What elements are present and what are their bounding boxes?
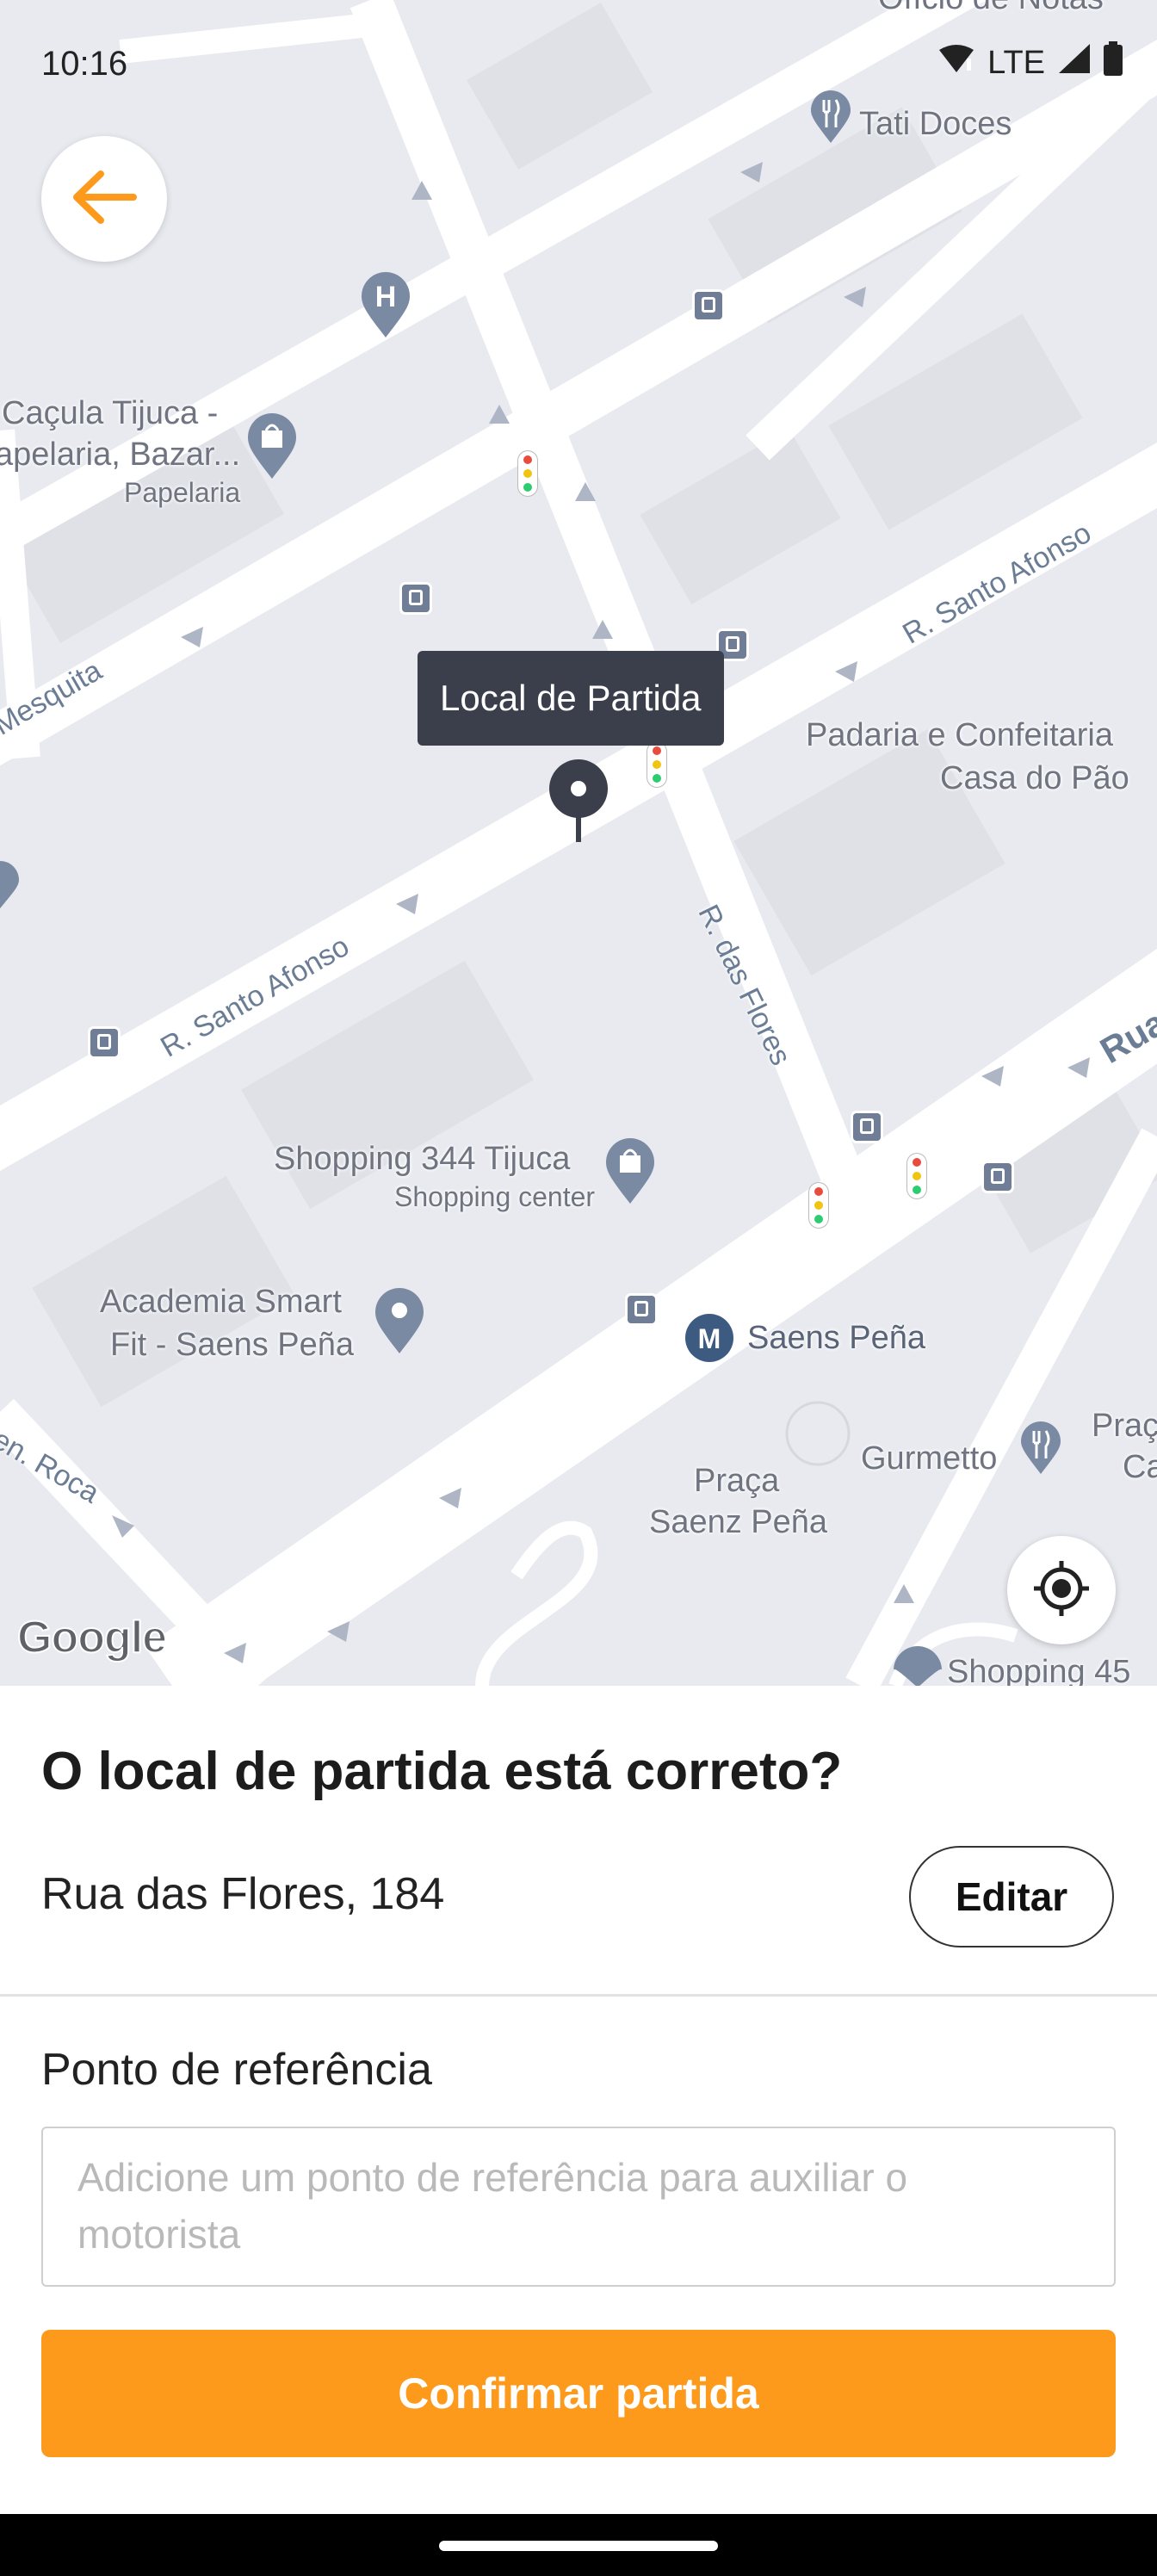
reference-label: Ponto de referência bbox=[41, 2045, 432, 2095]
restaurant-pin-icon[interactable] bbox=[1019, 1421, 1062, 1480]
shopping-pin-icon[interactable] bbox=[246, 412, 298, 485]
bus-stop-icon[interactable] bbox=[692, 289, 725, 322]
edit-button[interactable]: Editar bbox=[909, 1846, 1114, 1947]
cart-pin-icon[interactable] bbox=[0, 858, 22, 919]
place-label: Papelaria bbox=[124, 477, 241, 508]
traffic-light-icon bbox=[907, 1154, 926, 1198]
place-label: Academia Smart bbox=[100, 1284, 342, 1320]
place-label: Fit - Saens Peña bbox=[110, 1327, 355, 1363]
network-type: LTE bbox=[987, 44, 1045, 81]
traffic-light-icon bbox=[518, 451, 537, 496]
my-location-button[interactable] bbox=[1007, 1536, 1116, 1644]
place-label: Ofício de Notas bbox=[878, 0, 1104, 19]
gym-pin-icon[interactable] bbox=[374, 1286, 425, 1359]
bus-stop-icon[interactable] bbox=[851, 1111, 883, 1143]
svg-text:M: M bbox=[698, 1323, 721, 1354]
wifi-icon bbox=[937, 43, 975, 83]
map-view[interactable]: 10:16 LTE H M Tati Doces Caçula Tijuca -… bbox=[0, 0, 1157, 1686]
pickup-pin-icon[interactable] bbox=[544, 758, 613, 848]
bus-stop-icon[interactable] bbox=[88, 1026, 121, 1059]
bus-stop-icon[interactable] bbox=[981, 1161, 1014, 1193]
place-label: Saens Peña bbox=[747, 1320, 926, 1356]
google-logo: Google bbox=[16, 1612, 168, 1663]
confirm-pickup-button[interactable]: Confirmar partida bbox=[41, 2330, 1116, 2457]
place-label: Ca bbox=[1123, 1449, 1157, 1485]
metro-station-icon[interactable]: M bbox=[684, 1312, 735, 1368]
place-label: Caçula Tijuca - bbox=[2, 395, 219, 431]
place-label: Casa do Pão bbox=[940, 760, 1129, 796]
traffic-light-icon bbox=[647, 742, 666, 787]
bus-stop-icon[interactable] bbox=[399, 582, 432, 615]
bus-stop-icon[interactable] bbox=[625, 1293, 658, 1326]
place-label: apelaria, Bazar... bbox=[0, 437, 241, 473]
back-button[interactable] bbox=[41, 136, 167, 262]
arrow-left-icon bbox=[70, 167, 139, 232]
traffic-light-icon bbox=[809, 1183, 828, 1228]
hospital-pin-icon[interactable]: H bbox=[360, 270, 411, 344]
reference-input[interactable] bbox=[41, 2127, 1116, 2287]
place-label: Saenz Peña bbox=[649, 1504, 828, 1540]
signal-icon bbox=[1057, 42, 1092, 84]
status-icons: LTE bbox=[937, 41, 1123, 84]
place-label: Praça bbox=[694, 1463, 780, 1499]
place-label: Tati Doces bbox=[859, 106, 1012, 142]
sheet-title: O local de partida está correto? bbox=[41, 1742, 843, 1801]
battery-icon bbox=[1104, 41, 1123, 84]
place-label: Shopping center bbox=[394, 1181, 596, 1212]
place-label: Shopping 45 bbox=[947, 1654, 1131, 1686]
shopping-pin-icon[interactable] bbox=[892, 1646, 944, 1686]
place-label: Shopping 344 Tijuca bbox=[274, 1141, 571, 1177]
restaurant-pin-icon[interactable] bbox=[809, 90, 852, 149]
home-handle[interactable] bbox=[439, 2541, 718, 2551]
place-label: Padaria e Confeitaria bbox=[806, 717, 1113, 753]
crosshair-icon bbox=[1030, 1557, 1092, 1624]
shopping-center-pin-icon[interactable] bbox=[604, 1136, 656, 1210]
svg-text:H: H bbox=[375, 281, 397, 313]
place-label: Gurmetto bbox=[861, 1440, 998, 1477]
pickup-tooltip: Local de Partida bbox=[418, 651, 724, 746]
status-time: 10:16 bbox=[41, 45, 128, 83]
pickup-address: Rua das Flores, 184 bbox=[41, 1869, 445, 1919]
divider bbox=[0, 1994, 1157, 1997]
place-label: Praç bbox=[1092, 1408, 1157, 1444]
